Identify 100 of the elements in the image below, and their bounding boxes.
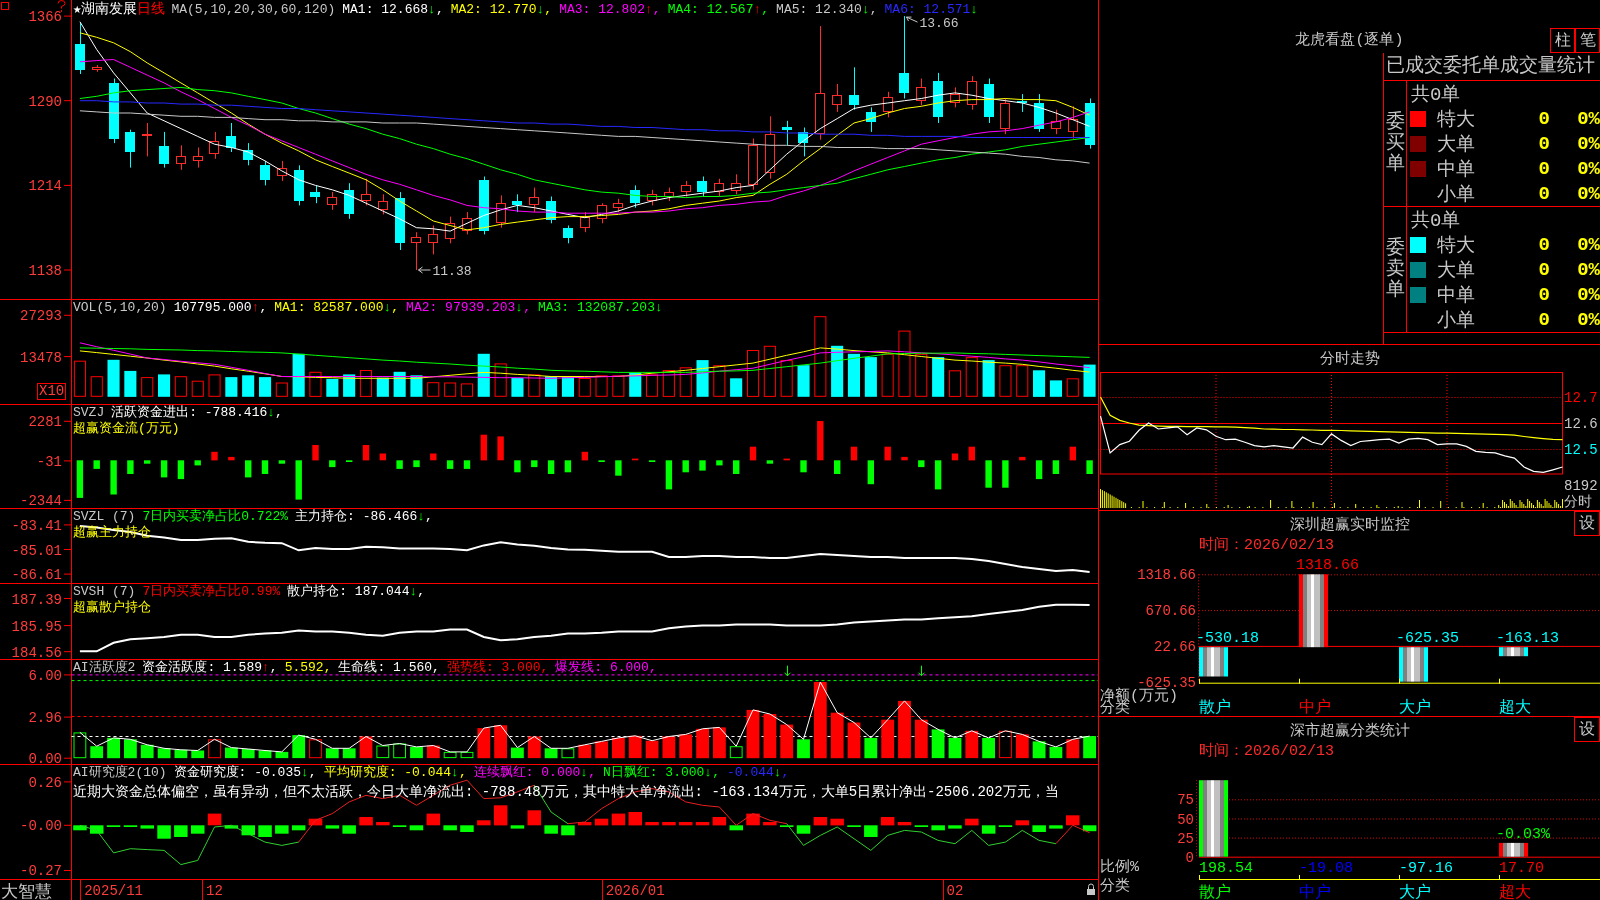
research-bar — [426, 813, 441, 826]
legend-item: SVSH (7) — [73, 584, 136, 600]
candlestick — [294, 164, 304, 206]
fund-flow-bar — [682, 460, 689, 473]
candlestick — [479, 176, 489, 235]
net-amount-bar — [1499, 647, 1528, 657]
chart-mode-button[interactable]: 笔 — [1575, 28, 1600, 53]
candlestick — [613, 198, 623, 213]
legend-item: MA2: 97939.203↓, — [406, 300, 531, 316]
fund-flow-bar — [766, 460, 774, 464]
candlestick — [327, 191, 337, 211]
axis-label: 50 — [1177, 811, 1194, 828]
fund-flow-bar — [985, 460, 992, 488]
candlestick — [361, 178, 371, 206]
fund-flow-bar — [396, 460, 403, 469]
candlestick — [950, 86, 960, 108]
research-bar — [594, 818, 609, 826]
candlestick — [1017, 93, 1027, 113]
legend-item: MA(5,10,20,30,60,120) — [171, 2, 336, 18]
order-count: 0 — [1537, 182, 1550, 205]
research-bar — [1082, 825, 1097, 832]
candlestick — [984, 78, 994, 124]
arrow-icon — [906, 16, 918, 23]
price-label: 13.66 — [919, 16, 959, 32]
fund-flow-bar — [951, 453, 959, 461]
fund-flow-bar — [699, 460, 706, 471]
legend-item: 活跃资金进出: -788.416↓, — [111, 405, 283, 421]
fund-flow-bar — [581, 451, 588, 461]
fund-flow-bar — [547, 460, 555, 474]
order-share: 0% — [1576, 182, 1600, 205]
axis-label: 2281 — [28, 414, 62, 431]
candlestick — [731, 173, 741, 195]
fund-flow-bar — [76, 460, 84, 498]
axis-label: 1290 — [28, 93, 62, 110]
candlestick — [967, 75, 977, 111]
question-mark-icon — [57, 0, 66, 13]
fund-flow-bar — [834, 460, 841, 474]
legend-item: 资金研究度: -0.035↓, — [173, 765, 317, 781]
research-bar — [880, 817, 895, 826]
research-bar — [140, 825, 154, 829]
research-bar — [796, 825, 811, 834]
chart-mode-button[interactable]: 柱 — [1550, 28, 1575, 53]
indicator-caption: 超赢资金流(万元) — [73, 421, 181, 436]
axis-label: -86.61 — [11, 567, 62, 583]
panel-title: 龙虎看盘(逐单) — [1295, 30, 1404, 51]
order-size-label: 特大 — [1437, 233, 1476, 258]
fund-flow-bar — [480, 434, 487, 461]
research-bar — [729, 825, 743, 831]
fund-flow-bar — [1086, 460, 1093, 474]
legend-item: 强势线: 3.000, — [446, 660, 549, 676]
fund-flow-bar — [716, 460, 723, 466]
research-bar — [628, 812, 642, 826]
legend-item: 爆发线: 6.000, — [555, 660, 657, 676]
axis-label: -85.01 — [11, 542, 62, 559]
order-size-label: 中单 — [1437, 157, 1476, 182]
research-bar — [763, 822, 777, 826]
research-bar — [695, 822, 710, 826]
order-size-label: 特大 — [1437, 107, 1476, 132]
app-logo: 大智慧 — [1, 883, 52, 900]
axis-label: 13478 — [20, 349, 62, 366]
candlestick — [496, 194, 506, 229]
order-count: 0 — [1537, 308, 1550, 331]
down-arrow-icon — [918, 665, 925, 677]
axis-caption: 分类 — [1100, 700, 1130, 716]
research-bar — [308, 818, 323, 826]
square-icon — [1, 2, 9, 10]
research-bar — [191, 825, 205, 834]
research-bar — [948, 825, 962, 829]
star-mark: ★ — [73, 1, 82, 17]
candlestick — [748, 138, 758, 191]
order-count: 0 — [1537, 132, 1550, 155]
research-bar — [1032, 825, 1046, 832]
fund-flow-bar — [127, 460, 134, 474]
fund-flow-bar — [783, 458, 790, 461]
settings-button[interactable]: 设 — [1574, 717, 1600, 742]
settings-button[interactable]: 设 — [1574, 511, 1600, 536]
net-amount-bar — [1199, 647, 1228, 677]
axis-label: -83.41 — [11, 517, 62, 534]
research-bar — [174, 825, 188, 837]
candlestick — [243, 142, 253, 166]
legend-item: 资金活跃度: 1.589↑, — [142, 660, 278, 676]
category-label: 中户 — [1299, 884, 1331, 900]
candlestick — [428, 225, 438, 255]
order-size-label: 小单 — [1437, 182, 1476, 207]
category-label: 超大 — [1499, 699, 1531, 716]
legend-item: 5.592, — [284, 660, 332, 676]
candlestick — [176, 144, 186, 171]
date-label: 02 — [946, 883, 964, 899]
axis-label: -0.00 — [20, 818, 62, 835]
candlestick — [849, 66, 859, 111]
candlestick — [445, 216, 455, 244]
legend-item: SVZJ — [73, 405, 105, 421]
candlestick — [75, 22, 85, 75]
fund-flow-bar — [1019, 456, 1026, 461]
research-bar — [325, 825, 340, 829]
legend-item: MA5: 12.340↓, — [776, 2, 878, 18]
candlestick — [193, 147, 203, 169]
legend-item: MA1: 82587.000↓, — [274, 300, 400, 316]
candlestick — [310, 184, 320, 204]
legend-item: SVZL (7) — [73, 509, 136, 525]
